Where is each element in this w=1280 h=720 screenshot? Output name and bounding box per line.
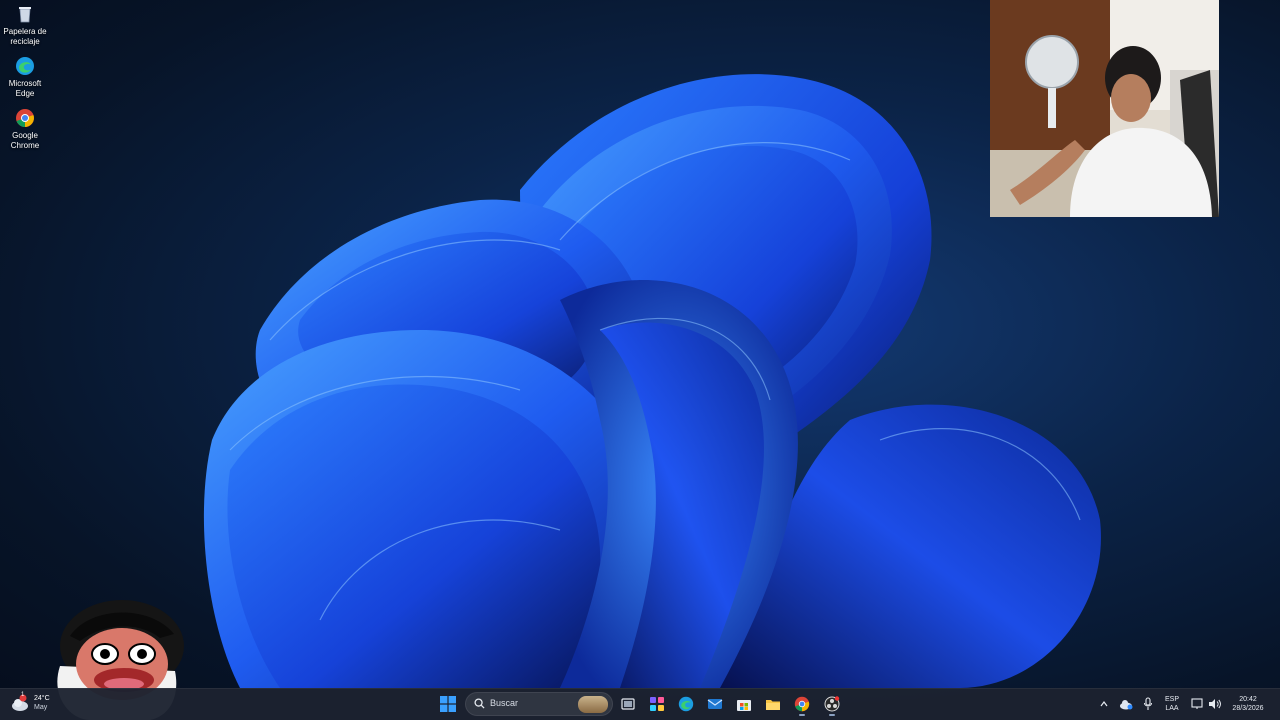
task-view-button[interactable] <box>616 692 640 716</box>
start-button[interactable] <box>436 692 460 716</box>
desktop-icon-edge[interactable]: Microsoft Edge <box>2 56 48 99</box>
chevron-up-icon <box>1100 701 1108 707</box>
desktop-icon-recycle-bin[interactable]: Papelera de reciclaje <box>2 4 48 47</box>
taskbar-search[interactable]: Buscar <box>465 692 613 716</box>
taskbar-chrome[interactable] <box>790 692 814 716</box>
search-icon <box>474 698 485 709</box>
desktop-icon-label: reciclaje <box>10 37 40 46</box>
tray-onedrive[interactable] <box>1116 692 1136 716</box>
running-indicator <box>829 714 835 716</box>
desktop-icon-label: Google <box>12 131 38 140</box>
running-indicator <box>799 714 805 716</box>
desktop-icon-label: Microsoft <box>8 79 42 88</box>
mail-icon <box>707 699 723 709</box>
clock-time: 20:42 <box>1239 696 1257 703</box>
weather-temp: 24°C <box>34 695 50 702</box>
weather-cloud-icon <box>12 694 28 711</box>
obs-icon <box>824 696 840 712</box>
taskbar-obs[interactable] <box>820 692 844 716</box>
chrome-icon <box>16 109 34 127</box>
speaker-icon <box>1209 699 1221 709</box>
chrome-icon <box>794 696 810 712</box>
desktop-icon-label: Papelera de <box>3 27 47 36</box>
desktop-icon-label: Chrome <box>10 141 40 150</box>
edge-icon <box>678 696 694 712</box>
clock-date: 28/3/2026 <box>1232 705 1264 712</box>
webcam-overlay <box>990 0 1219 217</box>
taskbar-file-explorer[interactable] <box>761 692 785 716</box>
tray-microphone[interactable] <box>1138 692 1158 716</box>
edge-icon <box>16 57 34 75</box>
task-view-icon <box>621 698 635 710</box>
store-icon <box>737 700 751 711</box>
desktop-icon-chrome[interactable]: Google Chrome <box>2 108 48 151</box>
weather-badge: 1 <box>21 692 25 698</box>
weather-widget[interactable]: 1 24°C May <box>10 692 60 716</box>
cloud-icon <box>1120 700 1133 710</box>
taskbar-store[interactable] <box>732 692 756 716</box>
show-hidden-icons[interactable] <box>1094 692 1114 716</box>
start-icon <box>440 696 456 712</box>
desktop-icon-label: Edge <box>15 89 35 98</box>
taskbar-edge[interactable] <box>674 692 698 716</box>
recycle-bin-icon <box>19 7 31 23</box>
taskbar-mail[interactable] <box>703 692 727 716</box>
tray-volume[interactable] <box>1205 692 1225 716</box>
search-highlight-image <box>578 696 608 713</box>
network-icon <box>1191 698 1203 709</box>
widgets-button[interactable] <box>645 692 669 716</box>
widgets-icon <box>650 697 664 711</box>
keyboard-layout: LAA <box>1165 705 1179 712</box>
clock[interactable]: 20:42 28/3/2026 <box>1226 695 1270 713</box>
search-placeholder: Buscar <box>490 698 519 708</box>
file-explorer-icon <box>766 700 780 710</box>
language-indicator[interactable]: ESP LAA <box>1160 695 1184 713</box>
language-code: ESP <box>1164 696 1179 703</box>
desktop: Papelera de reciclaje Microsoft Edge Goo… <box>0 0 1280 720</box>
microphone-icon <box>1143 697 1153 710</box>
taskbar <box>0 688 1280 720</box>
weather-condition: May <box>34 704 48 711</box>
